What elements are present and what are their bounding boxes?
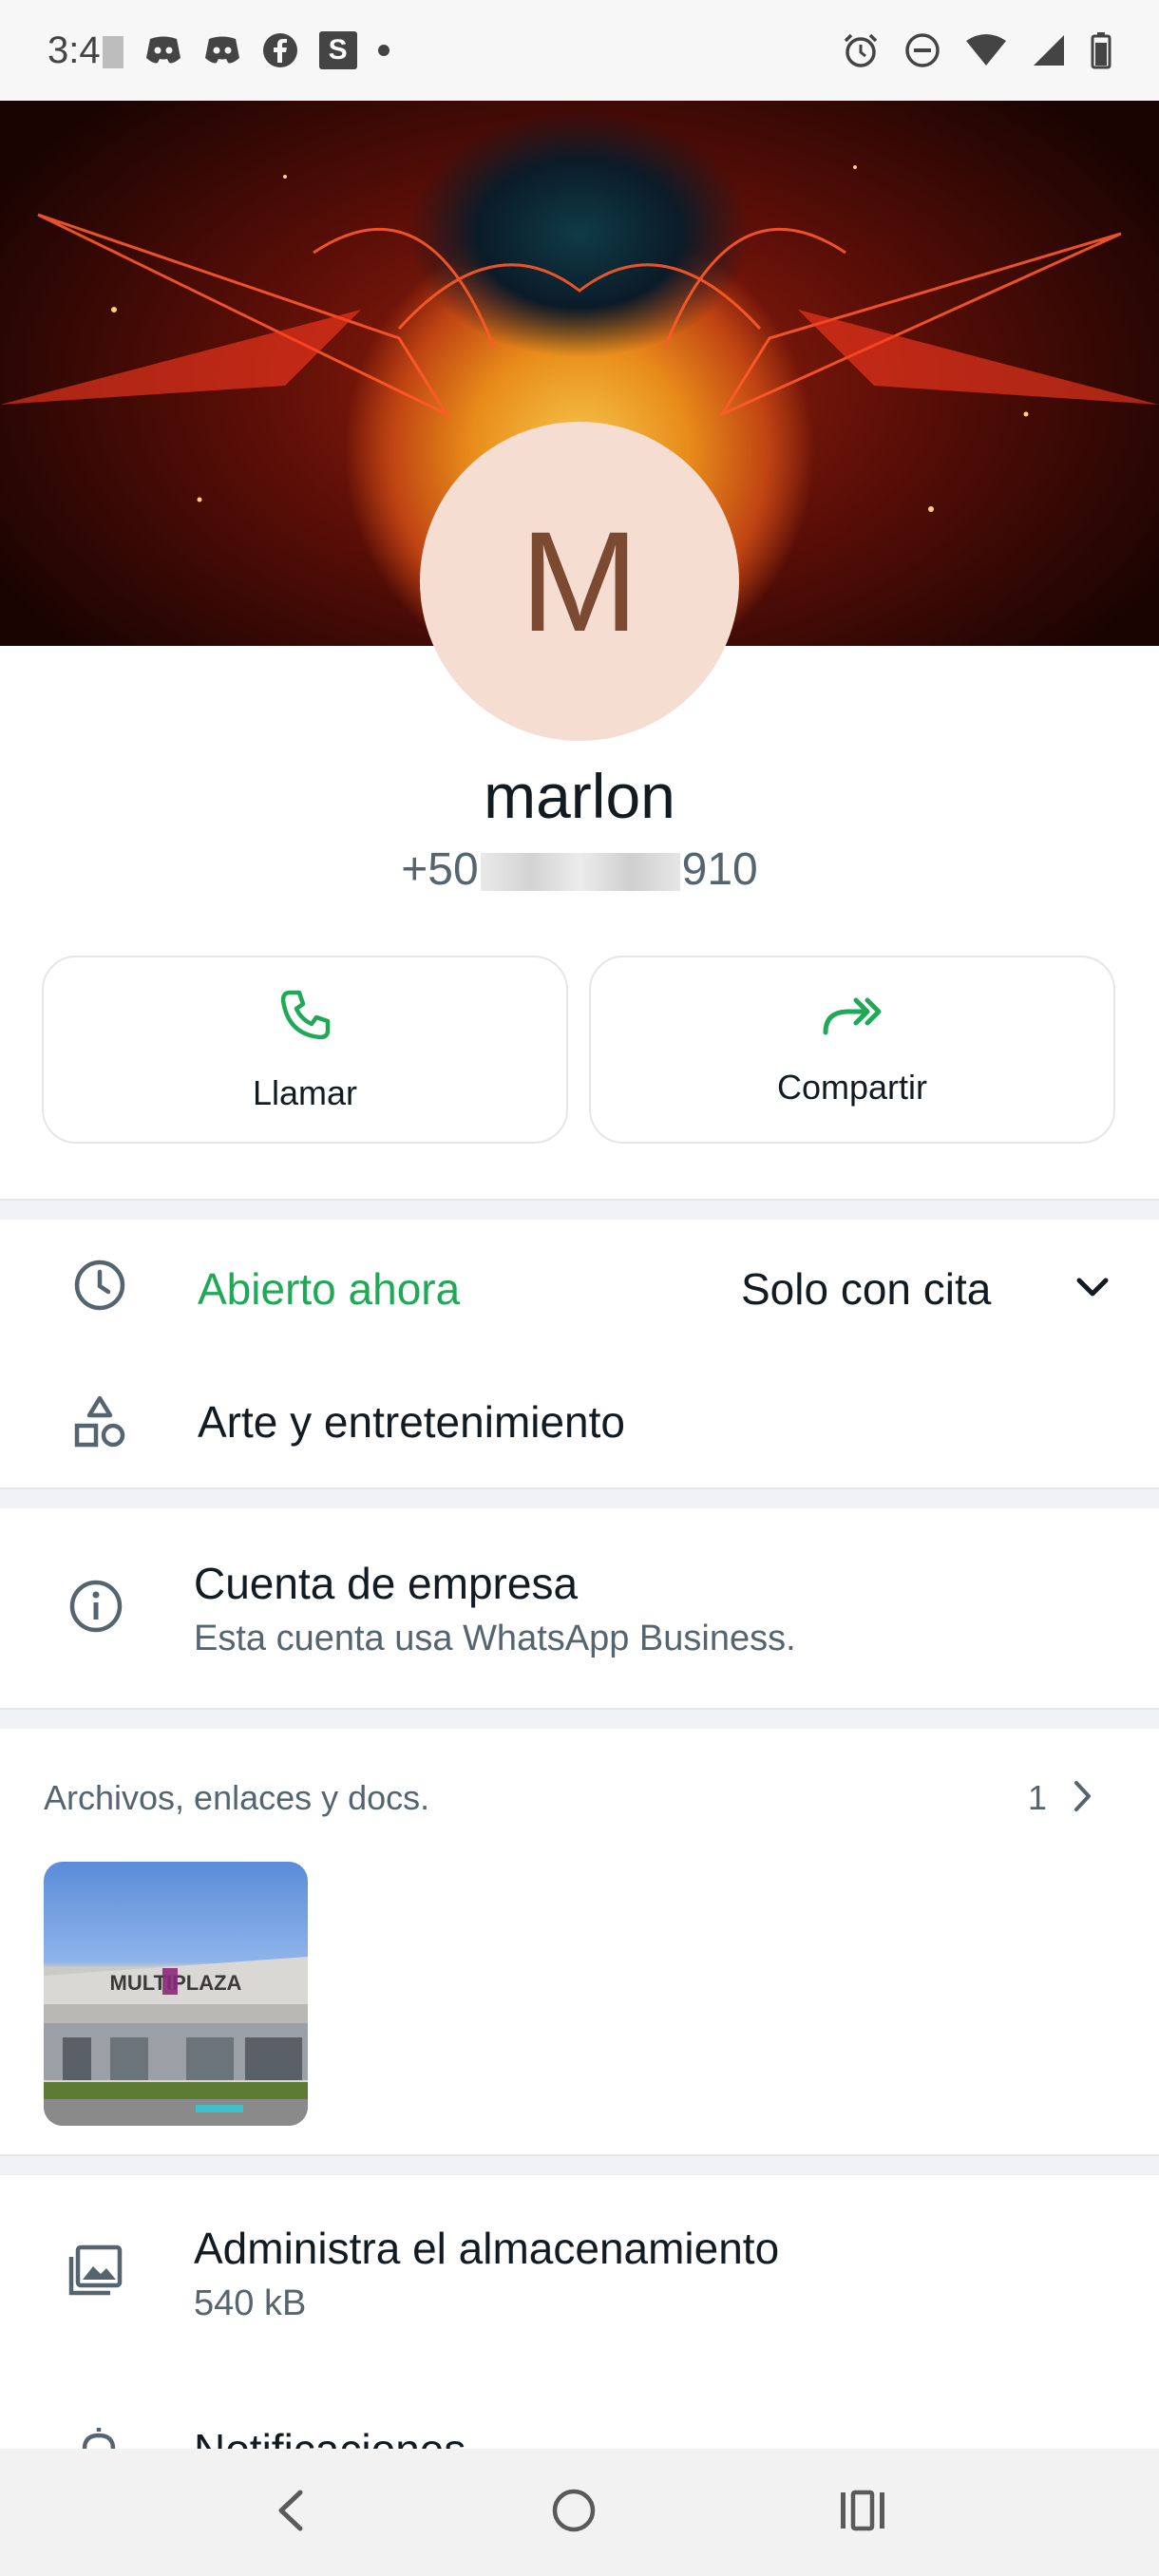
discord-icon (203, 35, 241, 66)
discord-icon (144, 35, 182, 66)
status-bar: 3:4 S (0, 0, 1159, 101)
chevron-right-icon[interactable] (1068, 1774, 1098, 1818)
contact-name: marlon (484, 761, 675, 831)
avatar-initial: M (520, 502, 639, 661)
battery-icon (1091, 31, 1112, 69)
business-account-title[interactable]: Cuenta de empresa (194, 1558, 578, 1609)
chevron-down-icon[interactable] (1070, 1269, 1115, 1307)
forward-icon (822, 993, 883, 1043)
facebook-icon (262, 32, 298, 68)
open-status[interactable]: Abierto ahora (198, 1263, 460, 1315)
more-notifications-dot (377, 45, 390, 56)
profile-avatar[interactable]: M (420, 422, 739, 741)
category-shapes-icon (70, 1392, 129, 1451)
do-not-disturb-icon (904, 32, 940, 68)
business-account-subtitle: Esta cuenta usa WhatsApp Business. (194, 1619, 796, 1658)
share-label: Compartir (776, 1067, 928, 1107)
bell-icon (72, 2422, 125, 2449)
info-icon (66, 1577, 125, 1636)
business-category: Arte y entretenimiento (198, 1397, 626, 1447)
system-navigation-bar (0, 2449, 1159, 2576)
signal-icon (1032, 33, 1066, 67)
section-divider (0, 1199, 1159, 1220)
share-button[interactable]: Compartir (589, 956, 1115, 1144)
section-divider (0, 2154, 1159, 2175)
s-app-icon: S (318, 31, 357, 69)
wifi-icon (965, 33, 1007, 67)
media-thumbnail[interactable]: MULTIPLAZA (44, 1862, 308, 2126)
section-divider (0, 1708, 1159, 1729)
storage-size: 540 kB (194, 2283, 307, 2323)
section-divider (0, 1487, 1159, 1508)
manage-storage-title[interactable]: Administra el almacenamiento (194, 2223, 779, 2274)
home-icon[interactable] (550, 2487, 598, 2539)
media-count[interactable]: 1 (1028, 1778, 1047, 1818)
contact-phone: +50 910 (401, 844, 758, 895)
storage-gallery-icon (65, 2240, 127, 2302)
recent-apps-icon[interactable] (838, 2490, 887, 2536)
notifications-row[interactable]: Notificaciones (0, 2375, 1159, 2449)
call-label: Llamar (252, 1072, 358, 1112)
notifications-title: Notificaciones (194, 2424, 466, 2449)
status-time: 3:4 (48, 29, 124, 72)
contact-info-screen: 3:4 S M marlon +50 910 Llamar Compartir … (0, 0, 1159, 2576)
alarm-icon (842, 31, 880, 69)
phone-icon (276, 987, 333, 1049)
media-section-heading[interactable]: Archivos, enlaces y docs. (44, 1778, 429, 1818)
call-button[interactable]: Llamar (42, 956, 568, 1144)
phone-redaction (480, 853, 680, 892)
clock-icon (70, 1256, 129, 1315)
back-icon[interactable] (272, 2487, 310, 2539)
hours-note[interactable]: Solo con cita (741, 1263, 991, 1315)
